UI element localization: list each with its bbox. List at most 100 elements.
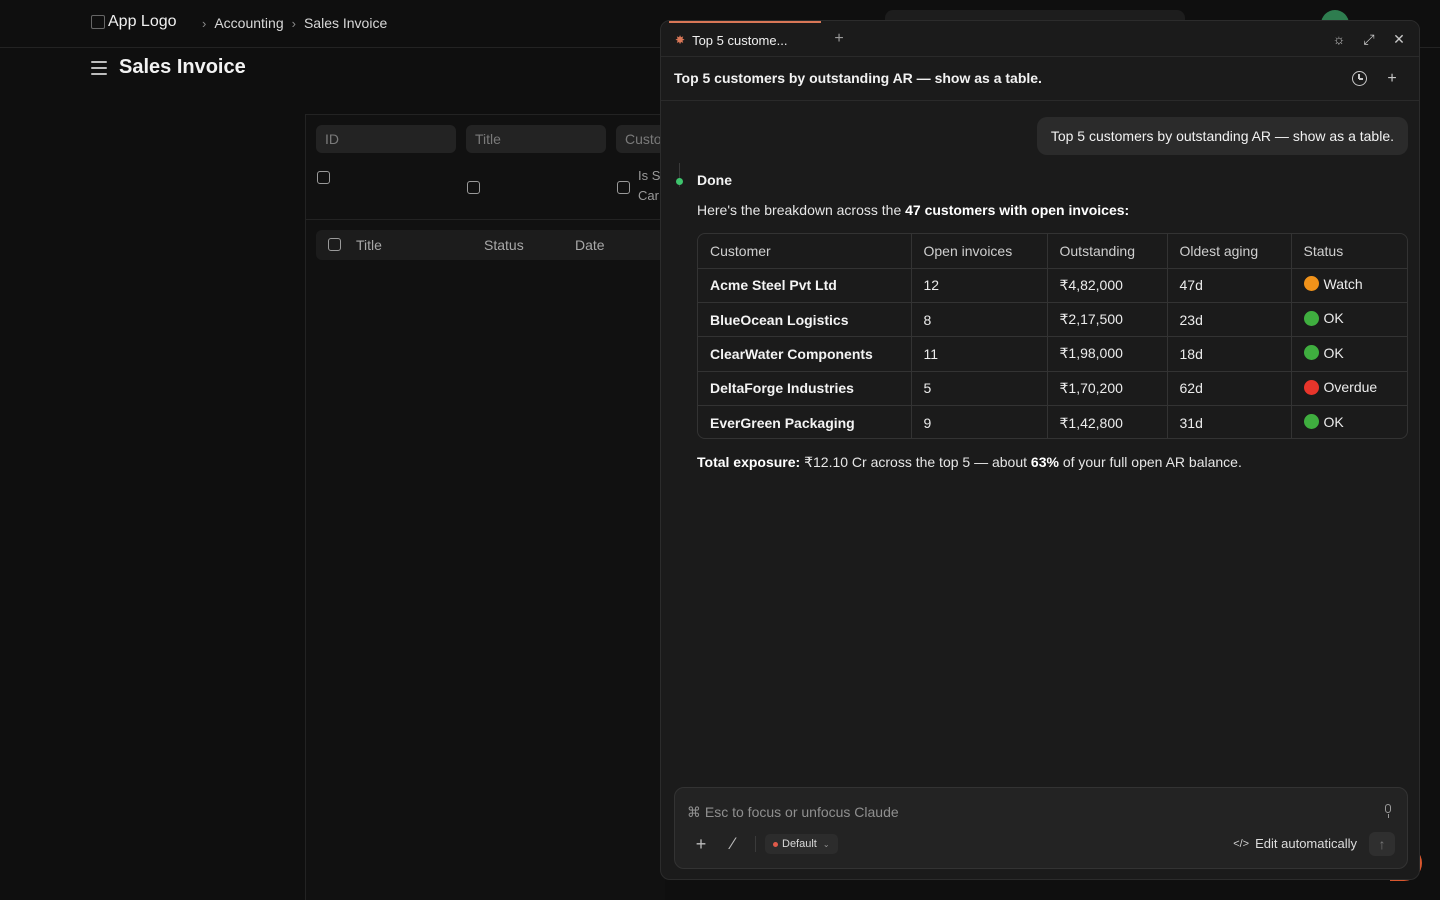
list-header: Title Status Date — [316, 230, 666, 260]
table-header-row: Customer Open invoices Outstanding Oldes… — [698, 234, 1407, 269]
page-title: Sales Invoice — [119, 56, 246, 78]
column-date[interactable]: Date — [575, 237, 605, 253]
tab-conversation[interactable]: ✸ Top 5 custome... — [669, 21, 821, 57]
response-intro: Here's the breakdown across the 47 custo… — [697, 202, 1129, 218]
menu-icon[interactable] — [91, 60, 107, 75]
tab-label: Top 5 custome... — [692, 32, 788, 48]
breadcrumb-sales-invoice[interactable]: Sales Invoice — [304, 15, 387, 31]
status-circle-icon — [1303, 345, 1319, 361]
conversation-title: Top 5 customers by outstanding AR — show… — [674, 70, 1042, 86]
status-label: Watch — [1323, 275, 1363, 292]
app-logo[interactable]: App Logo — [91, 13, 177, 31]
cell-customer: EverGreen Packaging — [698, 405, 911, 438]
table-row: EverGreen Packaging 9 ₹1,42,800 31d OK — [698, 405, 1407, 438]
status-badge: OK — [1303, 344, 1344, 361]
chevron-right-icon: › — [291, 15, 296, 31]
composer-input[interactable]: ⌘ Esc to focus or unfocus Claude — [687, 804, 899, 821]
cell-outstanding: ₹2,17,500 — [1046, 301, 1167, 337]
cell-open-invoices: 12 — [910, 268, 1047, 303]
status-label: Done — [697, 172, 732, 188]
total-percent: 63% — [1030, 454, 1059, 470]
cell-status: Overdue — [1290, 370, 1407, 406]
composer[interactable]: ⌘ Esc to focus or unfocus Claude + ⁄ Def… — [674, 787, 1408, 869]
send-button[interactable]: ↑ — [1369, 832, 1395, 856]
table-row: Acme Steel Pvt Ltd 12 ₹4,82,000 47d Watch — [698, 268, 1407, 303]
status-badge: OK — [1303, 310, 1344, 326]
cell-outstanding: ₹1,70,200 — [1046, 370, 1167, 406]
mode-selector[interactable]: Default ⌄ — [765, 834, 838, 854]
intro-bold: 47 customers with open invoices: — [905, 202, 1130, 218]
filter-checkbox[interactable] — [467, 181, 480, 194]
broken-image-icon — [91, 15, 105, 29]
new-chat-button[interactable]: + — [1382, 69, 1402, 89]
cell-outstanding: ₹1,42,800 — [1046, 405, 1167, 438]
status-badge: Watch — [1303, 275, 1363, 292]
claude-panel: ✸ Top 5 custome... + ☼ ⤢ ✕ Top 5 custome… — [660, 20, 1420, 880]
cell-oldest-aging: 47d — [1166, 268, 1291, 303]
add-attachment-button[interactable]: + — [691, 834, 711, 854]
status-circle-icon — [1303, 310, 1319, 326]
column-status[interactable]: Status — [484, 237, 524, 253]
status-label: OK — [1323, 344, 1344, 361]
header-oldest-aging: Oldest aging — [1166, 234, 1291, 269]
filter-checkbox[interactable] — [317, 171, 330, 184]
new-tab-button[interactable]: + — [829, 29, 849, 49]
status-dot-icon — [676, 178, 683, 185]
status-badge: Overdue — [1303, 379, 1378, 396]
close-icon[interactable]: ✕ — [1389, 29, 1409, 49]
cell-customer: Acme Steel Pvt Ltd — [710, 277, 837, 294]
divider — [755, 836, 756, 852]
list-view: ID Title Custo Is S Car Title Status Dat… — [305, 114, 676, 900]
table-row: BlueOcean Logistics 8 ₹2,17,500 23d OK — [698, 301, 1407, 337]
intro-text: Here's the breakdown across the — [697, 202, 906, 218]
mode-dot-icon — [773, 841, 778, 847]
filter-id-input[interactable]: ID — [316, 125, 456, 153]
status-circle-icon — [1303, 276, 1319, 292]
status-badge: OK — [1303, 413, 1344, 430]
header-outstanding: Outstanding — [1046, 234, 1167, 269]
status-label: Overdue — [1323, 379, 1378, 396]
code-icon: </> — [1233, 837, 1250, 850]
cell-oldest-aging: 62d — [1166, 370, 1291, 406]
expand-icon[interactable]: ⤢ — [1359, 29, 1379, 49]
cell-status: OK — [1290, 336, 1407, 372]
chevron-down-icon: ⌄ — [822, 839, 830, 849]
slash-command-button[interactable]: ⁄ — [723, 834, 743, 854]
cell-open-invoices: 11 — [910, 336, 1047, 372]
cell-oldest-aging: 31d — [1166, 405, 1291, 438]
filter-checkbox[interactable] — [617, 181, 630, 194]
status-label: OK — [1323, 413, 1344, 430]
filter-checkbox-label: Is S Car — [638, 168, 661, 203]
claude-star-icon: ✸ — [675, 33, 686, 47]
total-suffix: of your full open AR balance. — [1058, 454, 1242, 470]
edit-automatically-label: Edit automatically — [1255, 836, 1357, 851]
cell-customer: BlueOcean Logistics — [698, 301, 911, 337]
status-circle-icon — [1303, 414, 1319, 430]
total-exposure: Total exposure: ₹12.10 Cr across the top… — [697, 454, 1242, 471]
clock-icon — [1351, 71, 1367, 86]
theme-toggle-icon[interactable]: ☼ — [1329, 29, 1349, 49]
cell-status: OK — [1290, 301, 1407, 337]
cell-oldest-aging: 23d — [1166, 301, 1291, 337]
header-customer: Customer — [698, 234, 911, 269]
cell-status: OK — [1290, 405, 1407, 438]
total-value: ₹12.10 Cr across the top 5 — about — [800, 454, 1031, 470]
table-row: DeltaForge Industries 5 ₹1,70,200 62d Overdu… — [698, 370, 1407, 406]
breadcrumb-accounting[interactable]: Accounting — [214, 15, 283, 31]
status-circle-icon — [1303, 379, 1319, 395]
microphone-icon[interactable] — [1383, 804, 1393, 818]
mode-label: Default — [782, 838, 817, 850]
tab-bar: ✸ Top 5 custome... + ☼ ⤢ ✕ — [661, 21, 1419, 57]
history-button[interactable] — [1349, 69, 1369, 89]
cell-open-invoices: 5 — [910, 370, 1047, 406]
ar-table: Customer Open invoices Outstanding Oldes… — [697, 233, 1408, 439]
column-title[interactable]: Title — [356, 237, 382, 253]
divider — [306, 219, 666, 220]
header-open-invoices: Open invoices — [910, 234, 1047, 269]
select-all-checkbox[interactable] — [328, 238, 341, 251]
filter-title-input[interactable]: Title — [466, 125, 606, 153]
header-status: Status — [1290, 234, 1407, 269]
edit-automatically-toggle[interactable]: </> Edit automatically — [1233, 836, 1357, 851]
cell-open-invoices: 8 — [910, 301, 1047, 337]
cell-customer: ClearWater Components — [698, 336, 911, 372]
